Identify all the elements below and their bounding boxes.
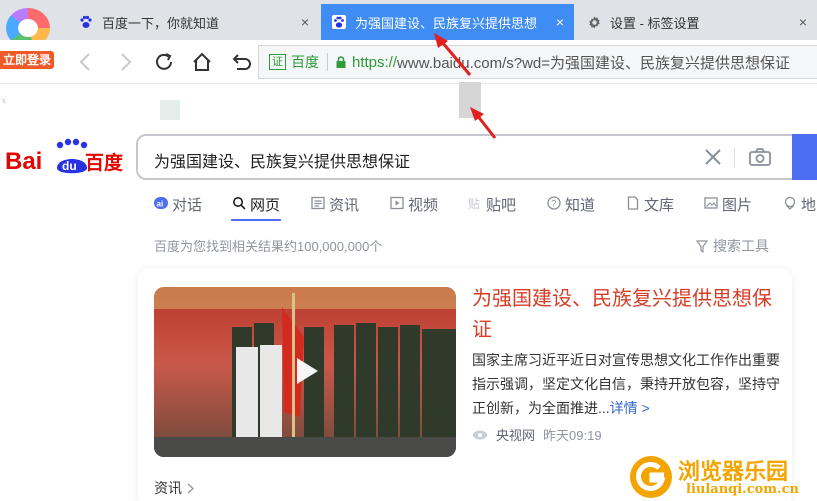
cctv-logo-icon	[472, 429, 488, 441]
tab-close-icon[interactable]: ×	[556, 14, 564, 30]
question-icon: ?	[547, 196, 561, 210]
image-icon	[704, 196, 718, 210]
navigation-toolbar: 证 百度 https:// www.baidu.com/s?wd=为强国建设、民…	[0, 40, 817, 84]
lock-icon	[336, 56, 346, 68]
tab-strip: 百度一下，你就知道 × 为强国建设、民族复兴提供思想 × 设置 - 标签设置 ×	[0, 0, 817, 48]
back-icon[interactable]	[72, 48, 100, 76]
tab-map[interactable]: 地	[783, 194, 816, 222]
secondary-bar: ‹	[0, 85, 817, 115]
search-box[interactable]: 为强国建设、民族复兴提供思想保证	[136, 134, 796, 180]
tab-tieba[interactable]: 贴 贴吧	[468, 194, 516, 222]
tab-zhidao[interactable]: ? 知道	[547, 194, 595, 222]
baidu-paw-icon	[78, 14, 94, 30]
undo-icon[interactable]	[226, 48, 254, 76]
gear-icon	[586, 14, 602, 30]
tab-baidu-home[interactable]: 百度一下，你就知道 ×	[66, 4, 319, 40]
search-icon	[232, 196, 246, 210]
play-icon[interactable]	[288, 354, 322, 388]
svg-text:?: ?	[551, 199, 556, 209]
result-title-link[interactable]: 为强国建设、民族复兴提供思想保 证	[472, 284, 792, 346]
result-count: 百度为您找到相关结果约100,000,000个	[154, 239, 383, 254]
tieba-icon: 贴	[468, 196, 482, 210]
result-source: 央视网 昨天09:19	[472, 425, 602, 444]
svg-text:贴: 贴	[468, 197, 480, 210]
chevron-right-icon	[187, 483, 194, 494]
tab-web[interactable]: 网页	[232, 194, 280, 222]
tab-title: 设置 - 标签设置	[610, 15, 700, 31]
tab-search-result[interactable]: 为强国建设、民族复兴提供思想 ×	[321, 4, 574, 40]
tab-news[interactable]: 资讯	[311, 194, 359, 222]
watermark-logo-icon	[630, 456, 672, 498]
news-icon	[311, 196, 325, 210]
search-button[interactable]	[792, 134, 817, 180]
svg-text:ai: ai	[157, 200, 164, 209]
url-text: www.baidu.com/s?wd=为强国建设、民族复兴提供思想保证	[397, 54, 791, 72]
search-tools-button[interactable]: 搜索工具	[696, 236, 769, 256]
certificate-badge[interactable]: 证 百度	[269, 52, 319, 72]
refresh-icon[interactable]	[150, 48, 178, 76]
watermark: 浏览器乐园 liulanqi.com.cn	[628, 452, 817, 501]
svg-text:du: du	[62, 159, 77, 173]
tab-close-icon[interactable]: ×	[301, 14, 309, 30]
result-abstract: 国家主席习近平近日对宣传思想文化工作作出重要指示强调，坚定文化自信，秉持开放包容…	[472, 352, 780, 416]
search-divider	[734, 148, 735, 168]
tab-video[interactable]: 视频	[390, 194, 438, 222]
tab-dialog[interactable]: ai 对话	[154, 194, 202, 222]
tab-title: 为强国建设、民族复兴提供思想	[355, 15, 538, 31]
filter-icon	[696, 239, 708, 253]
doc-icon	[626, 196, 640, 210]
tab-wenku[interactable]: 文库	[626, 194, 674, 222]
forward-icon[interactable]	[111, 48, 139, 76]
placeholder-block	[160, 100, 180, 120]
video-icon	[390, 196, 404, 210]
details-link[interactable]: 详情 >	[610, 400, 650, 416]
baidu-paw-icon	[331, 14, 347, 30]
collapse-arrow-icon[interactable]: ‹	[2, 93, 6, 107]
address-divider	[327, 53, 328, 71]
camera-icon[interactable]	[748, 146, 772, 173]
clear-icon[interactable]	[702, 146, 724, 173]
address-bar[interactable]: 证 百度 https:// www.baidu.com/s?wd=为强国建设、民…	[258, 45, 817, 79]
baidu-logo[interactable]: Bai du 百度	[5, 138, 125, 178]
url-scheme: https://	[352, 53, 398, 71]
tab-images[interactable]: 图片	[704, 194, 752, 222]
map-icon	[783, 196, 797, 210]
tab-settings[interactable]: 设置 - 标签设置 ×	[576, 4, 817, 40]
login-button[interactable]: 立即登录	[0, 51, 55, 69]
active-tab-indicator	[231, 219, 281, 221]
svg-text:百度: 百度	[85, 151, 124, 174]
svg-text:Bai: Bai	[5, 148, 42, 175]
ai-icon: ai	[154, 196, 168, 210]
placeholder-block	[459, 82, 481, 118]
home-icon[interactable]	[188, 48, 216, 76]
tab-close-icon[interactable]: ×	[799, 14, 807, 30]
news-section-link[interactable]: 资讯	[154, 478, 194, 498]
tab-title: 百度一下，你就知道	[102, 15, 220, 31]
search-input[interactable]: 为强国建设、民族复兴提供思想保证	[154, 148, 410, 172]
